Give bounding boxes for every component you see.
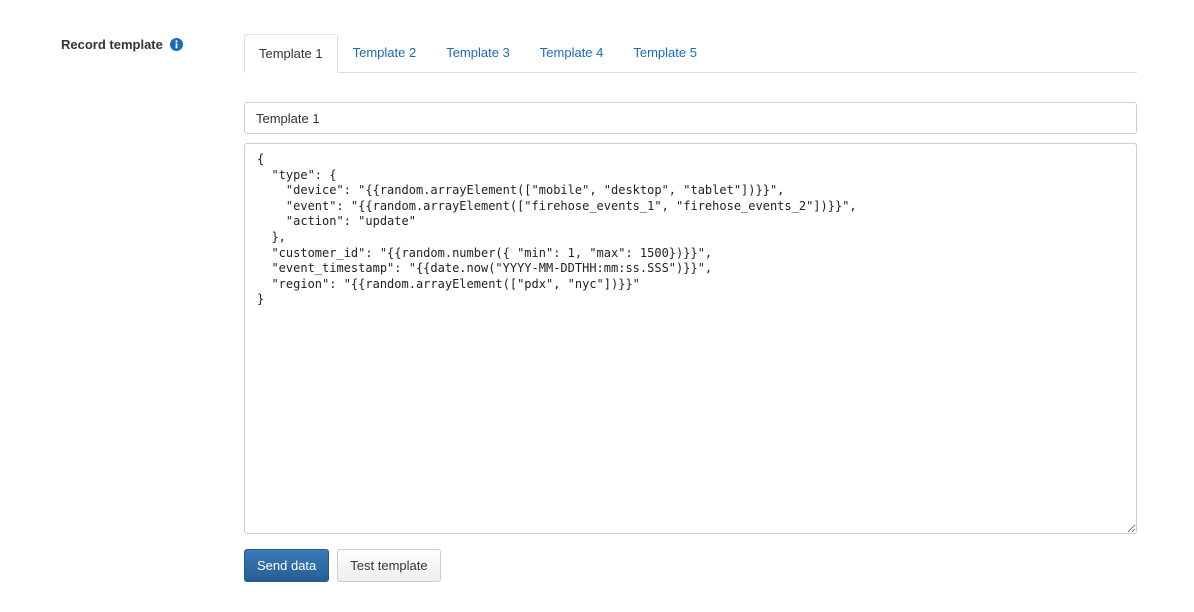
record-template-editor-panel: Template 1 Template 2 Template 3 Templat… (244, 34, 1137, 582)
record-template-page: Record template Template 1 Template 2 Te… (0, 0, 1194, 612)
tab-template-2[interactable]: Template 2 (338, 34, 432, 72)
record-template-label-group: Record template (61, 37, 183, 52)
tab-template-1[interactable]: Template 1 (244, 34, 338, 73)
send-data-button[interactable]: Send data (244, 549, 330, 582)
info-circle-icon[interactable] (169, 38, 183, 51)
tab-template-4[interactable]: Template 4 (525, 34, 619, 72)
tab-template-3[interactable]: Template 3 (431, 34, 525, 72)
test-template-button[interactable]: Test template (337, 549, 441, 582)
template-name-input[interactable] (244, 102, 1137, 134)
template-body-editor[interactable]: { "type": { "device": "{{random.arrayEle… (244, 143, 1137, 534)
record-template-label: Record template (61, 37, 163, 52)
template-tabs: Template 1 Template 2 Template 3 Templat… (244, 34, 1137, 73)
tab-template-5[interactable]: Template 5 (618, 34, 712, 72)
template-actions: Send data Test template (244, 549, 1137, 582)
